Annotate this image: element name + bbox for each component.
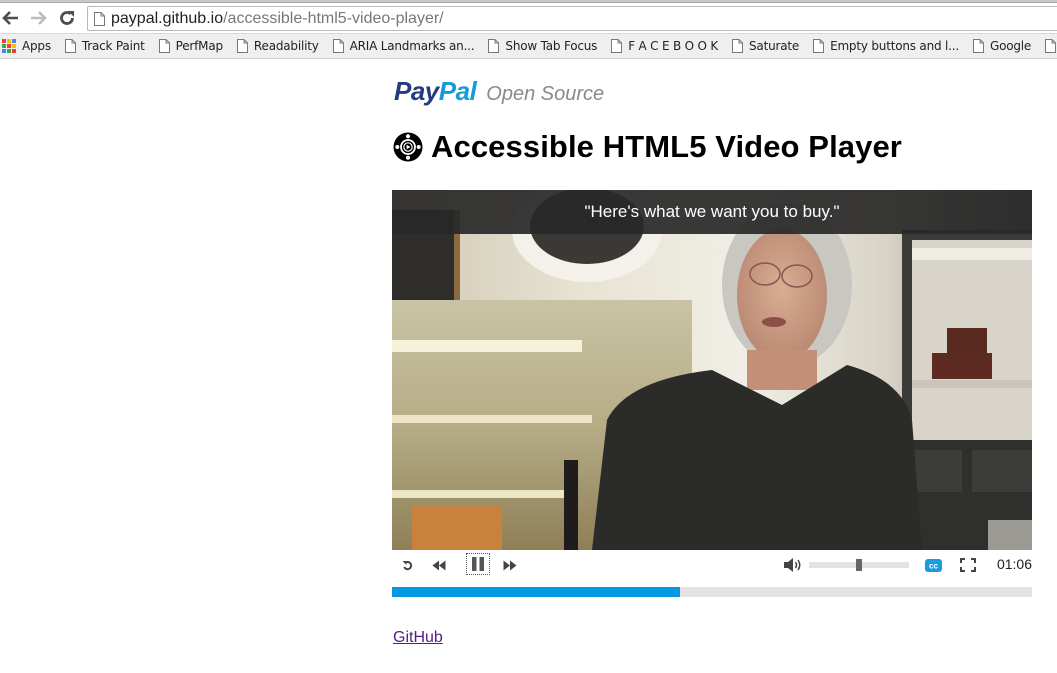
volume-icon bbox=[784, 558, 801, 572]
page-icon bbox=[1045, 39, 1057, 53]
bookmark-show-tab-focus[interactable]: Show Tab Focus bbox=[488, 39, 597, 53]
forward-button[interactable] bbox=[27, 7, 49, 29]
fast-forward-button[interactable] bbox=[502, 556, 518, 574]
forward-arrow-icon bbox=[31, 11, 47, 25]
reload-button[interactable] bbox=[56, 7, 78, 29]
page-icon bbox=[158, 39, 170, 53]
address-bar[interactable]: paypal.github.io/accessible-html5-video-… bbox=[87, 6, 1057, 31]
volume-slider[interactable] bbox=[809, 559, 909, 571]
fast-forward-icon bbox=[503, 560, 517, 570]
mute-button[interactable] bbox=[782, 556, 804, 574]
video-player: "Here's what we want you to buy." cc 01:… bbox=[392, 190, 1032, 597]
bookmark-label: Empty buttons and l... bbox=[830, 39, 959, 53]
page-title: Accessible HTML5 Video Player bbox=[393, 129, 902, 165]
github-link[interactable]: GitHub bbox=[393, 629, 443, 647]
page-icon bbox=[973, 39, 984, 53]
bookmark-readability[interactable]: Readability bbox=[236, 39, 319, 53]
bookmark-facebook[interactable]: F A C E B O O K bbox=[611, 39, 718, 53]
bookmark-apps[interactable]: Apps bbox=[0, 39, 51, 53]
video-player-icon bbox=[393, 132, 423, 162]
page-icon bbox=[488, 39, 500, 53]
reload-icon bbox=[60, 11, 74, 25]
page-icon bbox=[94, 11, 105, 26]
page-icon bbox=[64, 39, 76, 53]
bookmark-label: F A C E B O O K bbox=[628, 39, 718, 53]
video-image bbox=[392, 190, 1032, 550]
page-icon bbox=[236, 39, 248, 53]
restart-button[interactable] bbox=[400, 556, 414, 574]
url-host: paypal.github.io bbox=[111, 9, 224, 27]
captions-icon: cc bbox=[924, 558, 942, 572]
bookmark-label: Apps bbox=[22, 39, 51, 53]
page-heading: Accessible HTML5 Video Player bbox=[431, 129, 902, 164]
player-controls: cc 01:06 bbox=[392, 550, 1032, 586]
bookmark-label: Show Tab Focus bbox=[505, 39, 598, 53]
captions-button[interactable]: cc bbox=[924, 556, 942, 574]
bookmark-saturate[interactable]: Saturate bbox=[732, 39, 799, 53]
bookmark-label: Readability bbox=[253, 39, 319, 53]
bookmark-logfo[interactable]: LogFo bbox=[1045, 39, 1057, 53]
logo-pal: Pal bbox=[438, 76, 477, 106]
page-icon bbox=[611, 39, 623, 53]
bookmark-label: Track Paint bbox=[81, 39, 145, 53]
bookmark-label: Saturate bbox=[749, 39, 800, 53]
progress-bar[interactable] bbox=[392, 587, 1032, 597]
pause-icon bbox=[472, 557, 484, 571]
volume-slider-thumb[interactable] bbox=[856, 559, 862, 571]
page-icon bbox=[732, 39, 743, 53]
current-time: 01:06 bbox=[996, 556, 1032, 572]
fullscreen-button[interactable] bbox=[959, 556, 977, 574]
pause-button[interactable] bbox=[466, 553, 490, 575]
caption-overlay: "Here's what we want you to buy." bbox=[392, 190, 1032, 234]
svg-text:cc: cc bbox=[929, 561, 938, 570]
back-button[interactable] bbox=[0, 7, 22, 29]
page-icon bbox=[332, 39, 344, 53]
bookmark-aria-landmarks[interactable]: ARIA Landmarks an... bbox=[332, 39, 475, 53]
logo-pay: Pay bbox=[394, 76, 439, 106]
bookmark-empty-buttons[interactable]: Empty buttons and l... bbox=[813, 39, 959, 53]
browser-toolbar: paypal.github.io/accessible-html5-video-… bbox=[0, 3, 1057, 33]
apps-grid-icon bbox=[2, 39, 16, 53]
restart-icon bbox=[402, 560, 412, 570]
bookmark-track-paint[interactable]: Track Paint bbox=[64, 39, 145, 53]
bookmark-label: PerfMap bbox=[175, 39, 223, 53]
bookmark-label: ARIA Landmarks an... bbox=[349, 39, 475, 53]
bookmark-label: Google bbox=[990, 39, 1032, 53]
rewind-icon bbox=[432, 560, 446, 570]
bookmarks-bar: Apps Track Paint PerfMap Readability ARI… bbox=[0, 33, 1057, 59]
paypal-open-source-logo: Pay Pal Open Source bbox=[394, 76, 604, 107]
fullscreen-icon bbox=[960, 558, 976, 572]
bookmark-google[interactable]: Google bbox=[973, 39, 1031, 53]
url-path: /accessible-html5-video-player/ bbox=[223, 9, 444, 27]
video-frame[interactable]: "Here's what we want you to buy." bbox=[392, 190, 1032, 550]
progress-bar-fill bbox=[392, 587, 680, 597]
back-arrow-icon bbox=[2, 11, 18, 25]
bookmark-perfmap[interactable]: PerfMap bbox=[158, 39, 223, 53]
rewind-button[interactable] bbox=[431, 556, 447, 574]
logo-subtitle: Open Source bbox=[486, 83, 605, 105]
page-icon bbox=[813, 39, 825, 53]
